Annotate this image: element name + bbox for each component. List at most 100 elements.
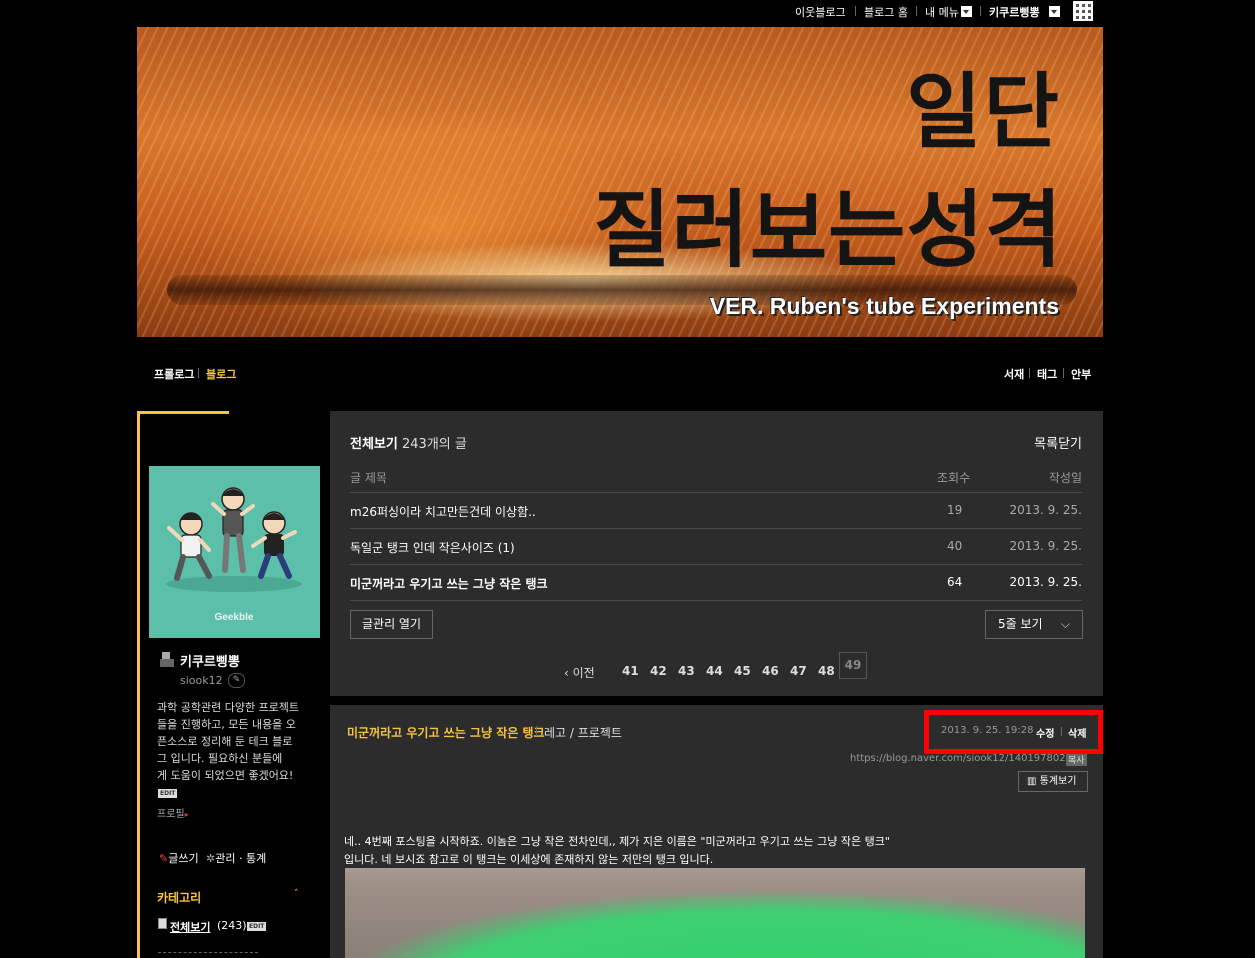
pencil-icon: ✎ bbox=[159, 852, 169, 865]
stats-button[interactable]: ▥ 통계보기 bbox=[1018, 771, 1088, 792]
profile-id: siook12 bbox=[180, 674, 223, 687]
post-row-title[interactable]: 미군꺼라고 우기고 쓰는 그냥 작은 탱크 bbox=[350, 575, 548, 592]
post-url: https://blog.naver.com/siook12/140197802… bbox=[850, 753, 1085, 764]
post-row-title[interactable]: m26퍼싱이라 치고만든건데 이상함.. bbox=[350, 503, 536, 520]
menu-prologue[interactable]: 프롤로그 bbox=[154, 366, 194, 382]
close-list-link[interactable]: 목록닫기 bbox=[1034, 433, 1082, 452]
post-row-views: 19 bbox=[947, 503, 963, 517]
post-row-date: 2013. 9. 25. bbox=[1009, 575, 1082, 589]
rows-select-label: 5줄 보기 bbox=[998, 617, 1043, 631]
list-title: 전체보기 bbox=[350, 437, 398, 452]
prev-label: 이전 bbox=[572, 666, 595, 680]
neighbor-blog-link[interactable]: 이웃블로그 bbox=[795, 4, 846, 20]
chevron-down-icon: ⌵ bbox=[1060, 617, 1070, 631]
arrow-right-icon: ▸ bbox=[184, 810, 189, 819]
blog-banner: 일단 질러보는성격 VER. Ruben's tube Experiments bbox=[137, 27, 1103, 337]
divider bbox=[1029, 368, 1030, 378]
post-category[interactable]: 레고 / 프로젝트 bbox=[544, 724, 622, 741]
category-all-link[interactable]: 전체보기 bbox=[170, 919, 210, 935]
post-image[interactable] bbox=[345, 868, 1085, 958]
write-label: 글쓰기 bbox=[168, 852, 199, 865]
user-name: 키쿠르삥뽕 bbox=[989, 6, 1040, 19]
post-list-panel: 전체보기 243개의 글 목록닫기 글 제목 조회수 작성일 m26퍼싱이라 치… bbox=[330, 411, 1103, 696]
post-image-content bbox=[345, 868, 1085, 958]
menu-blog[interactable]: 블로그 bbox=[206, 366, 236, 382]
post-row-views: 40 bbox=[947, 539, 963, 553]
category-all-count: (243) bbox=[217, 919, 247, 932]
page-link[interactable]: 41 bbox=[622, 664, 639, 678]
rows-per-page-select[interactable]: 5줄 보기 ⌵ bbox=[985, 610, 1083, 639]
category-header[interactable]: 카테고리 bbox=[157, 889, 201, 906]
edit-pencil-icon[interactable]: ✎ bbox=[228, 673, 245, 688]
post-body-line: 입니다. 네 보시죠 참고로 이 탱크는 이세상에 존재하지 않는 저만의 탱크… bbox=[344, 853, 714, 866]
profile-desc-line: 그 입니다. 필요하신 분들에 bbox=[157, 752, 283, 765]
current-page[interactable]: 49 bbox=[839, 652, 867, 679]
divider bbox=[158, 952, 258, 953]
col-views-header: 조회수 bbox=[937, 471, 971, 485]
sidebar-accent-line bbox=[137, 411, 140, 958]
gear-icon: ✲ bbox=[206, 852, 216, 865]
page-link[interactable]: 45 bbox=[734, 664, 751, 678]
document-icon bbox=[158, 918, 167, 929]
banner-title-line1: 일단 bbox=[906, 65, 1061, 160]
profile-link-label: 프로필 bbox=[157, 809, 185, 820]
profile-image[interactable]: Geekble bbox=[149, 466, 320, 638]
divider bbox=[536, 726, 537, 736]
post-body-line: 네.. 4번째 포스팅을 시작하죠. 이놈은 그냥 작은 전차인데,, 제가 지… bbox=[344, 835, 890, 848]
divider bbox=[916, 6, 917, 16]
user-avatar-icon bbox=[160, 652, 174, 667]
post-body: 네.. 4번째 포스팅을 시작하죠. 이놈은 그냥 작은 전차인데,, 제가 지… bbox=[344, 833, 890, 869]
profile-desc-line: 게 도움이 되었으면 좋겠어요! bbox=[157, 769, 294, 782]
divider bbox=[350, 528, 1082, 529]
divider bbox=[980, 6, 981, 16]
profile-desc-line: 과학 공학관련 다양한 프로젝트 bbox=[157, 701, 300, 714]
divider bbox=[855, 6, 856, 16]
profile-description: 과학 공학관련 다양한 프로젝트 들을 진행하고, 모든 내용을 오 픈소스로 … bbox=[157, 699, 327, 784]
page-link[interactable]: 44 bbox=[706, 664, 723, 678]
menu-guestbook[interactable]: 안부 bbox=[1071, 366, 1091, 382]
divider bbox=[350, 564, 1082, 565]
blog-home-link[interactable]: 블로그 홈 bbox=[864, 4, 908, 20]
my-menu-button[interactable]: 내 메뉴 bbox=[925, 4, 972, 20]
divider bbox=[198, 368, 199, 378]
manage-posts-button[interactable]: 글관리 열기 bbox=[350, 610, 433, 639]
chevron-down-icon bbox=[1049, 6, 1061, 17]
profile-link[interactable]: 프로필▸ bbox=[157, 805, 189, 820]
page-link[interactable]: 47 bbox=[790, 664, 807, 678]
post-row-date: 2013. 9. 25. bbox=[1009, 503, 1082, 517]
edit-badge[interactable]: EDIT bbox=[158, 789, 178, 798]
profile-illustration: Geekble bbox=[166, 487, 302, 623]
profile-desc-line: 들을 진행하고, 모든 내용을 오 bbox=[157, 718, 296, 731]
col-title-header: 글 제목 bbox=[350, 471, 387, 485]
page-link[interactable]: 43 bbox=[678, 664, 695, 678]
page-link[interactable]: 48 bbox=[818, 664, 835, 678]
divider bbox=[350, 600, 1082, 601]
post-row-title[interactable]: 독일군 탱크 인데 작은사이즈 (1) bbox=[350, 539, 515, 556]
post-count: 243개의 글 bbox=[402, 437, 467, 452]
admin-stats-link[interactable]: ✲관리 · 통계 bbox=[206, 850, 266, 866]
menu-library[interactable]: 서재 bbox=[1004, 366, 1024, 382]
user-menu-button[interactable]: 키쿠르삥뽕 bbox=[989, 4, 1061, 20]
banner-subtitle: VER. Ruben's tube Experiments bbox=[709, 293, 1059, 319]
highlight-box bbox=[924, 710, 1103, 754]
avatar-logo-text: Geekble bbox=[215, 612, 254, 623]
chevron-left-icon: ‹ bbox=[564, 666, 569, 680]
divider bbox=[350, 492, 1082, 493]
post-row-views: 64 bbox=[947, 575, 963, 589]
profile-name: 키쿠르삥뽕 bbox=[180, 655, 240, 670]
write-post-link[interactable]: ✎글쓰기 bbox=[159, 850, 199, 866]
copy-url-button[interactable]: 복사 bbox=[1066, 753, 1087, 766]
prev-page-link[interactable]: ‹ 이전 bbox=[564, 664, 595, 681]
post-title[interactable]: 미군꺼라고 우기고 쓰는 그냥 작은 탱크 bbox=[347, 724, 545, 741]
banner-title-line2: 질러보는성격 bbox=[593, 181, 1063, 279]
stats-chart-icon: ▥ bbox=[1027, 776, 1037, 787]
collapse-up-icon[interactable]: ˄ bbox=[294, 889, 299, 899]
col-date-header: 작성일 bbox=[1048, 471, 1082, 485]
page-link[interactable]: 46 bbox=[762, 664, 779, 678]
edit-badge[interactable]: EDIT bbox=[247, 922, 267, 931]
chevron-down-icon bbox=[960, 6, 972, 17]
page-link[interactable]: 42 bbox=[650, 664, 667, 678]
menu-tag[interactable]: 태그 bbox=[1037, 366, 1057, 382]
apps-grid-icon[interactable] bbox=[1073, 1, 1093, 21]
stats-label: 통계보기 bbox=[1039, 776, 1077, 787]
